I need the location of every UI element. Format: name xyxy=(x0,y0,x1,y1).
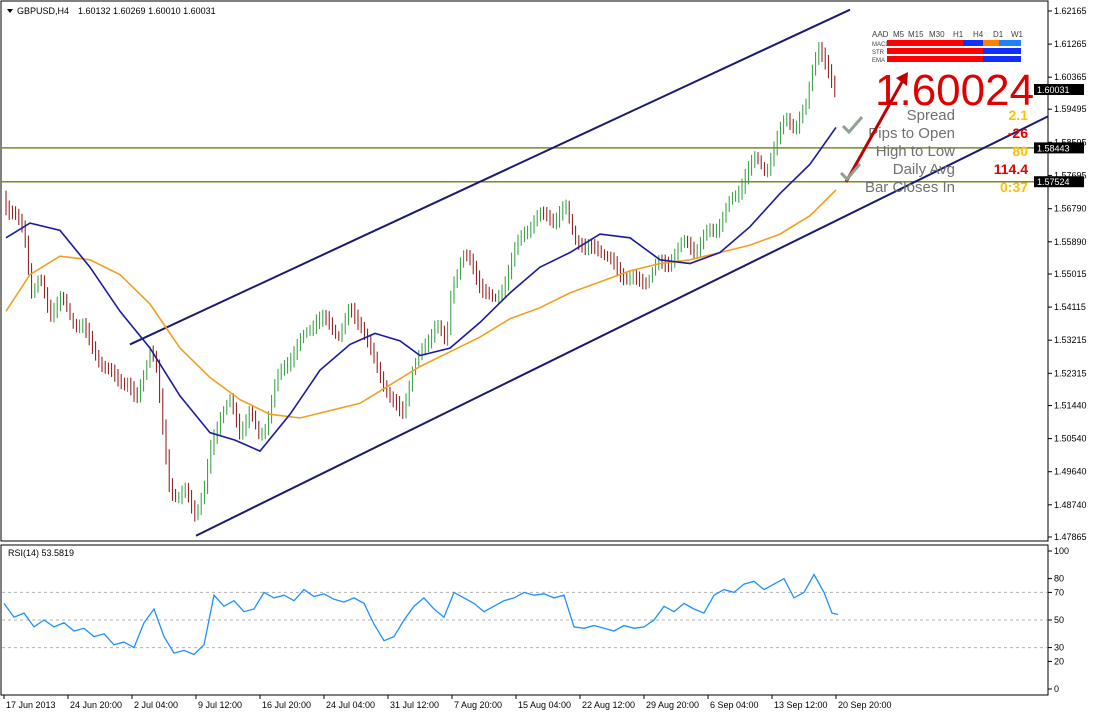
current-price-value: 1.60031 xyxy=(1037,85,1070,95)
mtf-timeframe-label: M5 xyxy=(893,30,905,39)
price-tick-label: 1.50540 xyxy=(1054,434,1087,444)
stat-value: 114.4 xyxy=(994,161,1028,177)
time-tick-label: 24 Jun 20:00 xyxy=(70,700,122,710)
stat-value: 80 xyxy=(1012,143,1028,159)
price-tick-label: 1.57695 xyxy=(1054,170,1087,180)
mtf-cell xyxy=(983,56,999,62)
mtf-row-label: EMA xyxy=(872,58,885,64)
mtf-cell xyxy=(927,48,947,54)
time-tick-label: 20 Sep 20:00 xyxy=(838,700,892,710)
price-chart[interactable]: 1.584431.57524 GBPUSD,H4 1.60132 1.60269… xyxy=(0,0,1093,715)
rsi-label: RSI(14) 53.5819 xyxy=(8,548,74,558)
price-tick-label: 1.51440 xyxy=(1054,401,1087,411)
rsi-axis: 100 80 70 50 30 20 0 xyxy=(1048,546,1069,694)
rsi-tick-label: 80 xyxy=(1054,574,1064,584)
price-tick-label: 1.48740 xyxy=(1054,500,1087,510)
rsi-tick-label: 100 xyxy=(1054,546,1069,556)
stat-label: Spread xyxy=(907,107,955,124)
stat-label: Daily Avg xyxy=(893,161,955,178)
price-tick-label: 1.61265 xyxy=(1054,39,1087,49)
time-tick-label: 7 Aug 20:00 xyxy=(454,700,502,710)
time-tick-label: 16 Jul 20:00 xyxy=(262,700,311,710)
mtf-timeframe-label: H1 xyxy=(953,30,964,39)
mtf-cell xyxy=(887,40,907,46)
price-tick-label: 1.59495 xyxy=(1054,104,1087,114)
mtf-timeframe-label: H4 xyxy=(973,30,984,39)
mtf-row-label: STR xyxy=(872,50,885,56)
rsi-tick-label: 70 xyxy=(1054,587,1064,597)
price-tick-label: 1.56790 xyxy=(1054,204,1087,214)
mtf-timeframe-label: W1 xyxy=(1011,30,1024,39)
price-tick-label: 1.60365 xyxy=(1054,72,1087,82)
mtf-cell xyxy=(907,56,927,62)
price-tick-label: 1.47865 xyxy=(1054,532,1087,542)
stat-label: High to Low xyxy=(876,143,955,160)
stat-value: 2.1 xyxy=(1009,107,1029,123)
mtf-cell xyxy=(927,56,947,62)
mtf-timeframe-label: D1 xyxy=(993,30,1004,39)
rsi-tick-label: 30 xyxy=(1054,643,1064,653)
mtf-timeframe-label: M15 xyxy=(908,30,924,39)
mtf-cell xyxy=(983,48,999,54)
rsi-tick-label: 20 xyxy=(1054,656,1064,666)
time-tick-label: 9 Jul 12:00 xyxy=(198,700,242,710)
price-tick-label: 1.52315 xyxy=(1054,368,1087,378)
time-tick-label: 13 Sep 12:00 xyxy=(774,700,828,710)
chart-header: GBPUSD,H4 1.60132 1.60269 1.60010 1.6003… xyxy=(7,6,216,16)
time-tick-label: 15 Aug 04:00 xyxy=(518,700,571,710)
time-tick-label: 24 Jul 04:00 xyxy=(326,700,375,710)
mtf-cell xyxy=(963,40,983,46)
time-tick-label: 29 Aug 20:00 xyxy=(646,700,699,710)
time-tick-label: 31 Jul 12:00 xyxy=(390,700,439,710)
mtf-timeframe-label: M30 xyxy=(929,30,945,39)
mtf-cell xyxy=(963,56,983,62)
stat-value: 0:37 xyxy=(1000,179,1028,195)
price-tick-label: 1.54115 xyxy=(1054,302,1086,312)
price-tick-label: 1.58595 xyxy=(1054,137,1087,147)
mtf-cell xyxy=(927,40,947,46)
ohlc-values: 1.60132 1.60269 1.60010 1.60031 xyxy=(78,6,216,16)
mtf-cell xyxy=(887,56,907,62)
mtf-cell xyxy=(947,56,963,62)
stat-value: -26 xyxy=(1008,125,1028,141)
price-tick-label: 1.53215 xyxy=(1054,335,1087,345)
rsi-tick-label: 50 xyxy=(1054,615,1064,625)
mtf-cell xyxy=(887,48,907,54)
mtf-cell xyxy=(963,48,983,54)
time-tick-label: 6 Sep 04:00 xyxy=(710,700,759,710)
symbol-label: GBPUSD,H4 xyxy=(17,6,69,16)
mtf-cell xyxy=(999,48,1021,54)
rsi-tick-label: 0 xyxy=(1054,684,1059,694)
stat-label: Pips to Open xyxy=(868,125,955,142)
current-price-tag: 1.60031 xyxy=(1034,84,1084,95)
mtf-cell xyxy=(947,48,963,54)
mtf-grid: MACDSTREMA xyxy=(872,40,1021,64)
time-tick-label: 17 Jun 2013 xyxy=(6,700,56,710)
mtf-cell xyxy=(983,40,999,46)
time-tick-label: 22 Aug 12:00 xyxy=(582,700,635,710)
price-tick-label: 1.49640 xyxy=(1054,467,1087,477)
time-axis: 17 Jun 2013 24 Jun 20:00 2 Jul 04:00 9 Jul … xyxy=(3,695,892,710)
mtf-cell xyxy=(947,40,963,46)
price-tick-label: 1.62165 xyxy=(1054,6,1087,16)
mtf-cell xyxy=(907,40,927,46)
mtf-cell xyxy=(907,48,927,54)
price-tick-label: 1.55890 xyxy=(1054,237,1087,247)
price-tick-label: 1.55015 xyxy=(1054,269,1087,279)
mtf-cell xyxy=(999,40,1021,46)
stat-label: Bar Closes In xyxy=(865,179,955,196)
time-tick-label: 2 Jul 04:00 xyxy=(134,700,178,710)
mtf-cell xyxy=(999,56,1021,62)
mtf-title: AAD xyxy=(872,30,889,39)
